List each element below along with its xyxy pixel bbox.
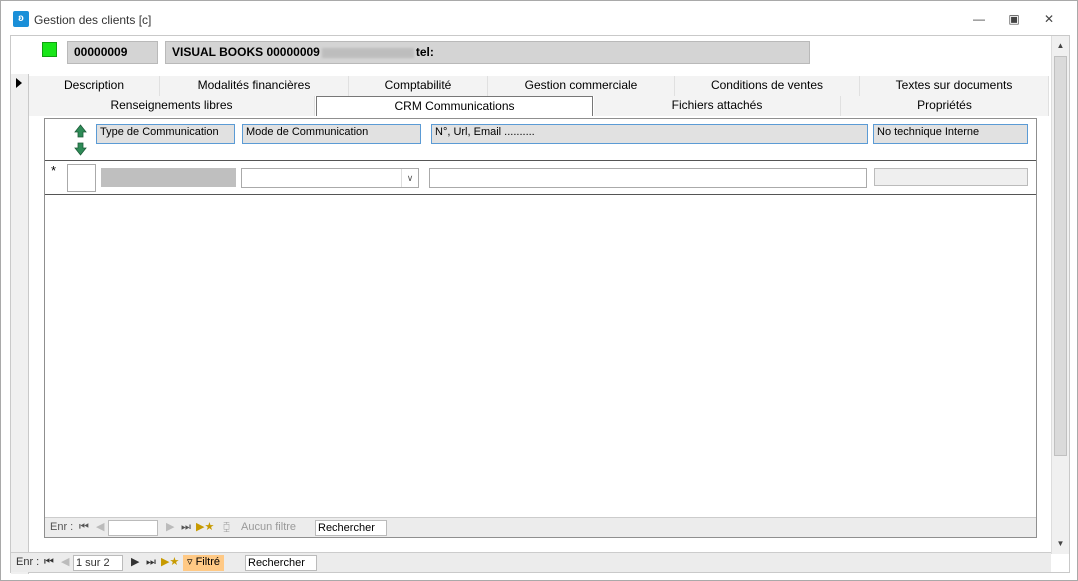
column-header-numero: N°, Url, Email .......... [431, 124, 868, 144]
column-header-type: Type de Communication [96, 124, 235, 144]
numero-url-email-input[interactable] [429, 168, 867, 188]
no-technique-interne-field [874, 168, 1028, 186]
filter-icon: ▿ [187, 556, 196, 568]
tab-strip: Description Modalités financières Compta… [29, 76, 1049, 118]
previous-record-icon[interactable]: ◀ [96, 520, 104, 536]
scroll-thumb[interactable] [1054, 56, 1067, 456]
tab-fichiers-attaches[interactable]: Fichiers attachés [594, 96, 841, 116]
last-record-icon[interactable]: ⏭ [146, 555, 156, 571]
client-phone-label: tel: [415, 45, 434, 59]
last-record-icon[interactable]: ⏭ [181, 520, 191, 536]
next-record-icon[interactable]: ▶ [166, 520, 174, 536]
record-number-input[interactable]: 1 sur 2 [73, 555, 123, 571]
client-name-text: VISUAL BOOKS 00000009 [172, 45, 320, 59]
tab-renseignements-libres[interactable]: Renseignements libres [29, 96, 315, 116]
app-icon: ʚ [13, 11, 29, 27]
filter-status-label[interactable]: Aucun filtre [241, 520, 296, 536]
record-label: Enr : [16, 556, 40, 568]
filter-status-button[interactable]: ▿ Filtré [183, 555, 225, 571]
tab-proprietes[interactable]: Propriétés [841, 96, 1049, 116]
previous-record-icon[interactable]: ◀ [61, 555, 69, 571]
client-name-field[interactable]: VISUAL BOOKS 00000009 tel: [165, 41, 810, 64]
tab-gestion-commerciale[interactable]: Gestion commerciale [488, 76, 675, 96]
application-window: ʚ Gestion des clients [c] — ▣ ✕ 00000009… [0, 0, 1078, 581]
client-id-field[interactable]: 00000009 [67, 41, 158, 64]
move-up-down-icon [74, 124, 87, 156]
chevron-down-icon[interactable]: ∨ [401, 169, 418, 187]
new-record-icon[interactable]: ▶★ [196, 520, 214, 536]
first-record-icon[interactable]: ⏮ [79, 520, 89, 536]
redacted-text [321, 47, 414, 58]
record-selector[interactable] [11, 74, 29, 574]
form-record-navigator: Enr : ⏮ ◀ 1 sur 2 ▶ ⏭ ▶★ ▿ Filtré Recher… [11, 552, 1051, 572]
search-input[interactable]: Rechercher [315, 520, 387, 536]
scroll-up-icon[interactable]: ▲ [1053, 38, 1068, 53]
title-bar: ʚ Gestion des clients [c] — ▣ ✕ [1, 1, 1077, 35]
vertical-scrollbar[interactable]: ▲ ▼ [1051, 36, 1069, 554]
tab-conditions-de-ventes[interactable]: Conditions de ventes [675, 76, 860, 96]
minimize-button[interactable]: — [965, 9, 993, 29]
status-indicator [42, 42, 57, 57]
record-label: Enr : [50, 521, 74, 533]
scroll-down-icon[interactable]: ▼ [1053, 536, 1068, 551]
window-title: Gestion des clients [c] [34, 13, 152, 27]
current-record-arrow-icon [16, 78, 22, 88]
column-header-mode: Mode de Communication [242, 124, 421, 144]
type-communication-field[interactable] [101, 168, 236, 187]
tab-comptabilite[interactable]: Comptabilité [349, 76, 488, 96]
crm-communications-subform: Type de Communication Mode de Communicat… [44, 118, 1037, 538]
subform-record-navigator: Enr : ⏮ ◀ ▶ ⏭ ▶★ ⧮ Aucun filtre Recherch… [45, 517, 1036, 537]
record-header: 00000009 VISUAL BOOKS 00000009 tel: [11, 36, 1051, 74]
restore-button[interactable]: ▣ [1000, 9, 1028, 29]
tab-crm-communications[interactable]: CRM Communications [316, 96, 593, 116]
record-number-input[interactable] [108, 520, 158, 536]
search-input[interactable]: Rechercher [245, 555, 317, 571]
sort-arrows[interactable] [73, 123, 88, 157]
tab-modalites-financieres[interactable]: Modalités financières [160, 76, 349, 96]
header-divider [45, 160, 1036, 161]
tab-textes-sur-documents[interactable]: Textes sur documents [860, 76, 1049, 96]
column-header-no-technique: No technique Interne [873, 124, 1028, 144]
filter-status-label: Filtré [195, 556, 221, 568]
new-record-icon[interactable]: ▶★ [161, 555, 179, 571]
close-button[interactable]: ✕ [1035, 9, 1063, 29]
first-record-icon[interactable]: ⏮ [44, 555, 54, 571]
form-frame: 00000009 VISUAL BOOKS 00000009 tel: Descr… [10, 35, 1070, 574]
row-selector[interactable] [67, 164, 96, 192]
row-divider [45, 194, 1036, 195]
filter-off-icon[interactable]: ⧮ [223, 520, 230, 536]
next-record-icon[interactable]: ▶ [131, 555, 139, 571]
new-record-marker: * [51, 163, 57, 178]
mode-communication-combobox[interactable]: ∨ [241, 168, 419, 188]
tab-description[interactable]: Description [29, 76, 160, 96]
